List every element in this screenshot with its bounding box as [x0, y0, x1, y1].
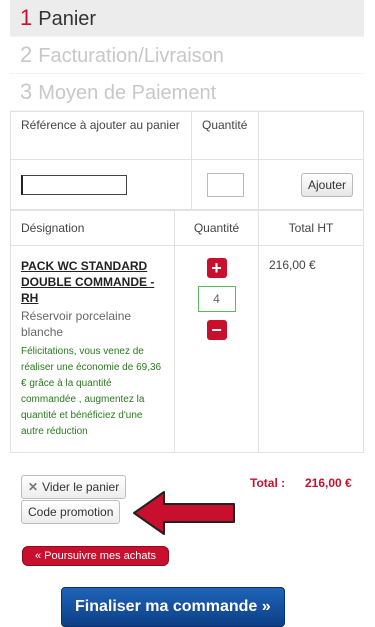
add-reference-form: Référence à ajouter au panier Quantité A…: [10, 111, 364, 210]
col-total: Total HT: [258, 210, 364, 246]
qty-input-cell: [191, 159, 259, 210]
empty-cart-button[interactable]: ✕ Vider le panier: [21, 475, 127, 499]
cart-header-row: Désignation Quantité Total HT: [10, 210, 364, 246]
product-name-link[interactable]: PACK WC STANDARD DOUBLE COMMANDE - RH: [21, 258, 164, 306]
qty-label-cell: Quantité: [191, 111, 259, 160]
promo-message: Félicitations, vous venez de réaliser un…: [21, 346, 162, 437]
step-cart: 1 Panier: [10, 0, 364, 37]
total-label: Total :: [250, 476, 286, 490]
qty-label: Quantité: [202, 118, 248, 132]
col-designation: Désignation: [10, 210, 175, 246]
arrow-left-icon: [133, 491, 235, 535]
col-quantity: Quantité: [174, 210, 259, 246]
product-cell: PACK WC STANDARD DOUBLE COMMANDE - RH Ré…: [10, 245, 175, 453]
step-label: Panier: [38, 8, 97, 30]
empty-cart-label: Vider le panier: [42, 480, 120, 494]
ref-input-cell: [10, 159, 192, 210]
line-total: 216,00 €: [258, 245, 364, 453]
add-button[interactable]: Ajouter: [300, 172, 353, 197]
plus-icon[interactable]: +: [206, 258, 227, 278]
step-billing: 2 Facturation/Livraison: [10, 37, 364, 74]
add-button-cell: Ajouter: [258, 159, 364, 210]
ref-label: Référence à ajouter au panier: [21, 118, 180, 132]
table-row: PACK WC STANDARD DOUBLE COMMANDE - RH Ré…: [10, 245, 364, 453]
ref-label-cell: Référence à ajouter au panier: [10, 111, 192, 160]
quantity-value[interactable]: 4: [197, 286, 236, 312]
cart-page: 1 Panier 2 Facturation/Livraison 3 Moyen de…: [10, 0, 364, 627]
step-payment: 3 Moyen de Paiement: [10, 74, 364, 111]
empty-cell: [258, 111, 364, 160]
total-value: 216,00 €: [305, 476, 352, 490]
quantity-input[interactable]: [207, 172, 244, 197]
promo-code-button[interactable]: Code promotion: [21, 500, 121, 524]
step-number: 2: [20, 42, 33, 67]
step-number: 1: [20, 5, 33, 30]
step-number: 3: [20, 79, 33, 104]
quantity-cell: + 4 −: [174, 245, 259, 453]
minus-icon[interactable]: −: [206, 320, 227, 340]
close-icon: ✕: [28, 480, 39, 494]
continue-shopping-button[interactable]: « Poursuivre mes achats: [22, 546, 170, 566]
cart-table: Désignation Quantité Total HT PACK WC ST…: [10, 210, 364, 453]
step-label: Facturation/Livraison: [38, 45, 224, 67]
checkout-button[interactable]: Finaliser ma commande »: [61, 587, 285, 627]
product-description: Réservoir porcelaine blanche: [21, 309, 132, 339]
step-label: Moyen de Paiement: [38, 82, 217, 104]
reference-input[interactable]: [21, 174, 127, 195]
